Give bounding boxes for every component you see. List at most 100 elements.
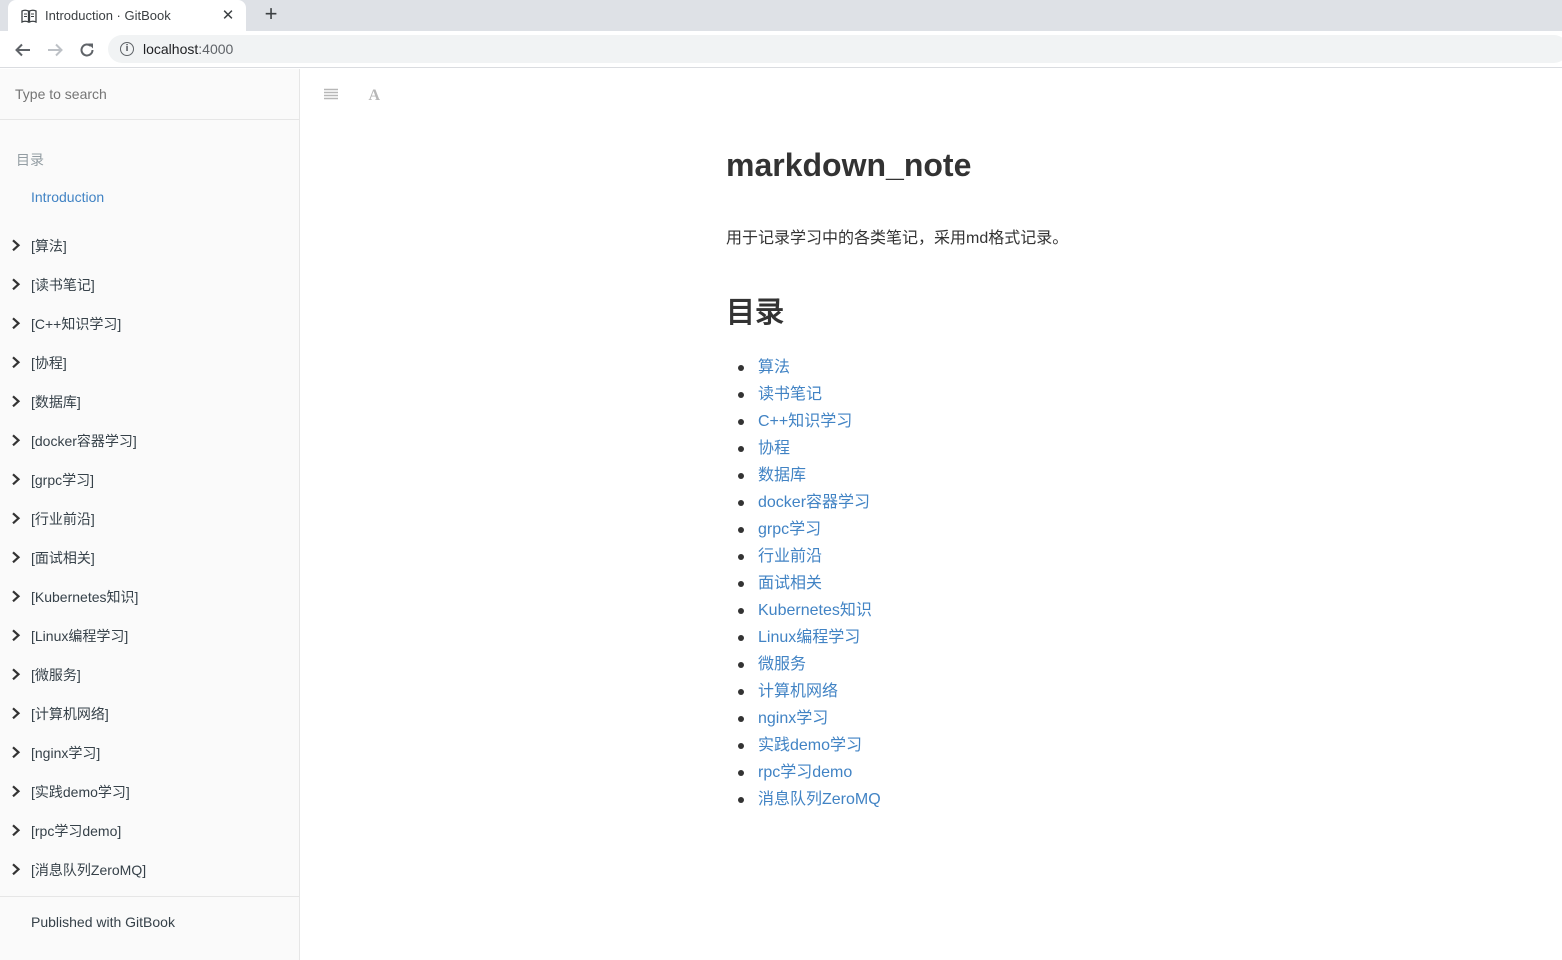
reload-icon[interactable] bbox=[76, 39, 98, 61]
summary-item[interactable]: [Linux编程学习] bbox=[0, 616, 299, 655]
summary-item[interactable]: [协程] bbox=[0, 343, 299, 382]
chevron-right-icon[interactable] bbox=[11, 784, 23, 798]
chevron-right-icon[interactable] bbox=[11, 316, 23, 330]
summary-item-label: [协程] bbox=[31, 354, 67, 371]
forward-arrow-icon[interactable] bbox=[44, 39, 66, 61]
url-host: localhost bbox=[143, 41, 199, 57]
summary-item[interactable]: [计算机网络] bbox=[0, 694, 299, 733]
toc-link[interactable]: 消息队列ZeroMQ bbox=[758, 791, 881, 808]
chevron-right-icon[interactable] bbox=[11, 238, 23, 252]
summary-item[interactable]: [docker容器学习] bbox=[0, 421, 299, 460]
toc-link[interactable]: Kubernetes知识 bbox=[758, 602, 872, 619]
search-input[interactable] bbox=[15, 86, 285, 102]
toc-link[interactable]: 数据库 bbox=[758, 467, 806, 484]
summary-item[interactable]: [算法] bbox=[0, 226, 299, 265]
chevron-right-icon[interactable] bbox=[11, 745, 23, 759]
summary-item-label: [读书笔记] bbox=[31, 276, 95, 293]
toc-list-item: 行业前沿 bbox=[738, 543, 881, 570]
summary-item[interactable]: [grpc学习] bbox=[0, 460, 299, 499]
toc-link[interactable]: 微服务 bbox=[758, 656, 806, 673]
summary-item[interactable]: [nginx学习] bbox=[0, 733, 299, 772]
summary-item[interactable]: [读书笔记] bbox=[0, 265, 299, 304]
toc-list-item: 面试相关 bbox=[738, 570, 881, 597]
summary-item-label: [grpc学习] bbox=[31, 471, 95, 488]
book-icon bbox=[21, 8, 37, 24]
search-box bbox=[0, 69, 299, 120]
chevron-right-icon[interactable] bbox=[11, 394, 23, 408]
toc-link[interactable]: 面试相关 bbox=[758, 575, 822, 592]
summary-item-label: [Kubernetes知识] bbox=[31, 588, 139, 605]
summary-item[interactable]: [微服务] bbox=[0, 655, 299, 694]
toc-link[interactable]: 计算机网络 bbox=[758, 683, 838, 700]
chevron-right-icon[interactable] bbox=[11, 667, 23, 681]
chapter-list: [算法] [读书笔记] [C++知识学习] [协程] [数据库] [docker容器学习]… bbox=[0, 226, 299, 889]
toc-list-item: 算法 bbox=[738, 354, 881, 381]
summary-item[interactable]: [面试相关] bbox=[0, 538, 299, 577]
toc-link[interactable]: Linux编程学习 bbox=[758, 629, 860, 646]
summary-item-label: [C++知识学习] bbox=[31, 315, 122, 332]
toc-link[interactable]: 读书笔记 bbox=[758, 386, 822, 403]
toc-link[interactable]: 算法 bbox=[758, 359, 790, 376]
toc-link[interactable]: docker容器学习 bbox=[758, 494, 870, 511]
chevron-right-icon[interactable] bbox=[11, 355, 23, 369]
browser-tab[interactable]: Introduction · GitBook ✕ bbox=[8, 0, 246, 31]
toggle-sidebar-icon[interactable] bbox=[320, 84, 342, 104]
chevron-right-icon[interactable] bbox=[11, 706, 23, 720]
chevron-right-icon[interactable] bbox=[11, 628, 23, 642]
summary-item-label: [docker容器学习] bbox=[31, 432, 137, 449]
book-header: A bbox=[301, 69, 1562, 119]
summary-item-label: [算法] bbox=[31, 237, 67, 254]
toc-list-item: 实践demo学习 bbox=[738, 732, 881, 759]
toc-list-item: rpc学习demo bbox=[738, 759, 881, 786]
summary-item[interactable]: [Kubernetes知识] bbox=[0, 577, 299, 616]
toc-heading: 目录 bbox=[726, 297, 785, 329]
toc-list-item: 数据库 bbox=[738, 462, 881, 489]
info-icon[interactable]: i bbox=[120, 42, 134, 56]
summary-item-label: [数据库] bbox=[31, 393, 81, 410]
font-settings-icon[interactable]: A bbox=[364, 84, 386, 104]
summary-item-label: [Linux编程学习] bbox=[31, 627, 129, 644]
toc-link[interactable]: 行业前沿 bbox=[758, 548, 822, 565]
chevron-right-icon[interactable] bbox=[11, 511, 23, 525]
summary-item[interactable]: [行业前沿] bbox=[0, 499, 299, 538]
toc-link[interactable]: 实践demo学习 bbox=[758, 737, 862, 754]
page-description: 用于记录学习中的各类笔记，采用md格式记录。 bbox=[726, 230, 1069, 247]
url-port: :4000 bbox=[198, 41, 234, 57]
summary: 目录 Introduction [算法] [读书笔记] [C++知识学习] [协程][… bbox=[0, 120, 299, 889]
browser-tabstrip: Introduction · GitBook ✕ + bbox=[0, 0, 1562, 31]
toc-link[interactable]: C++知识学习 bbox=[758, 413, 852, 430]
chevron-right-icon[interactable] bbox=[11, 550, 23, 564]
chevron-right-icon[interactable] bbox=[11, 823, 23, 837]
summary-item[interactable]: [rpc学习demo] bbox=[0, 811, 299, 850]
summary-item[interactable]: [消息队列ZeroMQ] bbox=[0, 850, 299, 889]
summary-item[interactable]: [实践demo学习] bbox=[0, 772, 299, 811]
toc-link[interactable]: 协程 bbox=[758, 440, 790, 457]
toc-link[interactable]: nginx学习 bbox=[758, 710, 828, 727]
new-tab-button[interactable]: + bbox=[260, 3, 282, 26]
published-with-gitbook[interactable]: Published with GitBook bbox=[0, 914, 299, 930]
chevron-right-icon[interactable] bbox=[11, 862, 23, 876]
toc-list-item: 计算机网络 bbox=[738, 678, 881, 705]
toc-list-item: 协程 bbox=[738, 435, 881, 462]
summary-item-label: [rpc学习demo] bbox=[31, 822, 122, 839]
toc-list-item: 微服务 bbox=[738, 651, 881, 678]
summary-item-label: Introduction bbox=[31, 189, 105, 205]
close-icon[interactable]: ✕ bbox=[220, 7, 236, 24]
toc-link[interactable]: rpc学习demo bbox=[758, 764, 852, 781]
summary-item-label: [微服务] bbox=[31, 666, 81, 683]
chevron-right-icon[interactable] bbox=[11, 589, 23, 603]
chevron-right-icon[interactable] bbox=[11, 472, 23, 486]
summary-item-introduction[interactable]: Introduction bbox=[0, 187, 299, 207]
summary-item-label: [计算机网络] bbox=[31, 705, 109, 722]
back-arrow-icon[interactable] bbox=[12, 39, 34, 61]
chevron-right-icon[interactable] bbox=[11, 277, 23, 291]
toc-list-item: grpc学习 bbox=[738, 516, 881, 543]
address-bar[interactable]: i localhost:4000 bbox=[108, 35, 1562, 63]
summary-item[interactable]: [数据库] bbox=[0, 382, 299, 421]
toc-link[interactable]: grpc学习 bbox=[758, 521, 821, 538]
toc-list-item: Kubernetes知识 bbox=[738, 597, 881, 624]
tab-title: Introduction · GitBook bbox=[45, 8, 171, 23]
summary-item[interactable]: [C++知识学习] bbox=[0, 304, 299, 343]
chevron-right-icon[interactable] bbox=[11, 433, 23, 447]
book-sidebar: 目录 Introduction [算法][读书笔记][C++知识学习][协程][… bbox=[0, 69, 300, 960]
